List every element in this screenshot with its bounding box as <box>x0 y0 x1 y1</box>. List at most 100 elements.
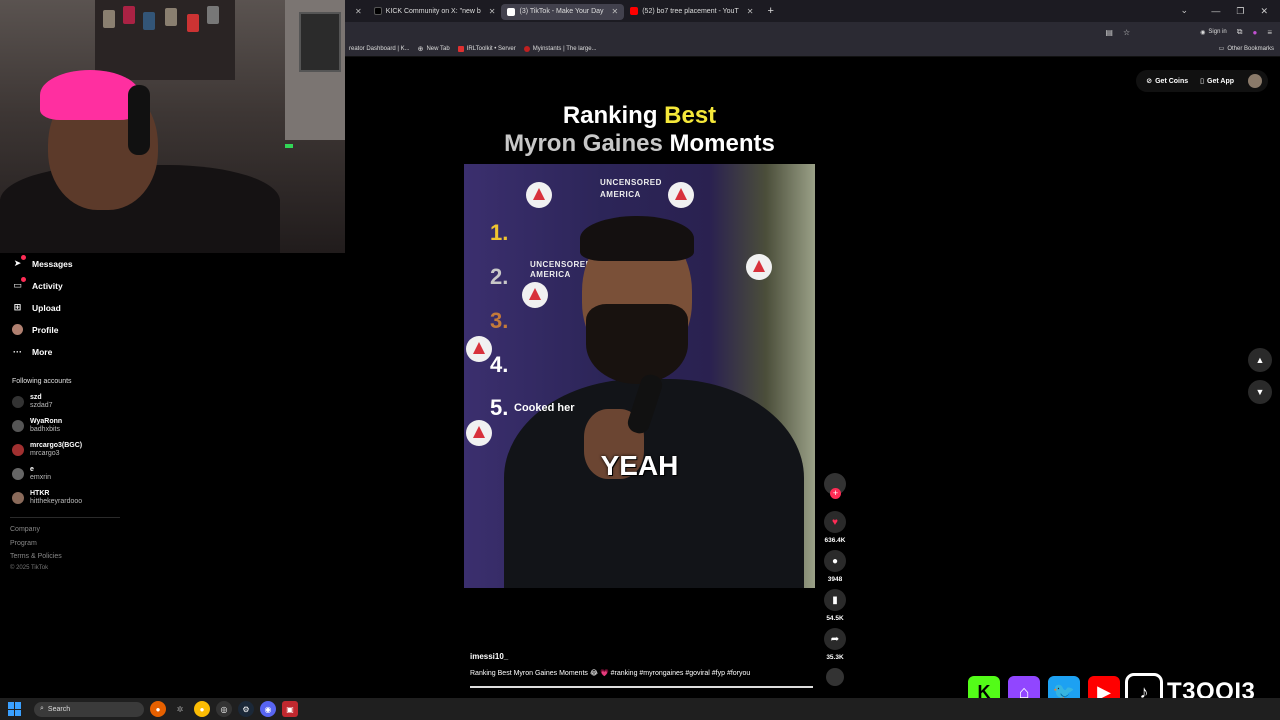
comment-icon: ● <box>824 550 846 572</box>
following-account[interactable]: HTKR hitthekeyrardooo <box>12 490 82 506</box>
speaker-beard <box>586 304 688 384</box>
taskbar-search[interactable]: ⌕ Search <box>34 701 144 717</box>
footer-link-terms[interactable]: Terms & Policies <box>10 553 62 560</box>
get-coins-button[interactable]: ⊘ Get Coins <box>1142 77 1192 86</box>
tiktok-header-actions: ⊘ Get Coins ▯ Get App <box>1136 70 1268 92</box>
phone-icon: ▯ <box>1200 78 1205 85</box>
sidebar-item-profile[interactable]: Profile <box>12 324 58 335</box>
window-close-icon[interactable]: ✕ <box>1260 6 1268 17</box>
windows-taskbar: ⌕ Search ● ✲ ● ◎ ⚙ ◉ ▣ <box>0 698 1280 720</box>
sidebar-item-upload[interactable]: ⊞ Upload <box>12 302 61 313</box>
backdrop-text: UNCENSORED <box>600 178 662 187</box>
windows-start-icon[interactable] <box>8 702 22 716</box>
active-app-icon[interactable]: ▣ <box>282 701 298 717</box>
tab-previous[interactable]: ✕ <box>345 0 368 22</box>
bookmark-label: reator Dashboard | K... <box>349 46 410 52</box>
get-app-button[interactable]: ▯ Get App <box>1196 77 1238 86</box>
minimize-icon[interactable]: — <box>1211 6 1220 16</box>
creator-avatar[interactable]: + <box>823 473 847 499</box>
other-bookmarks[interactable]: ▭ Other Bookmarks <box>1219 45 1274 53</box>
close-icon[interactable]: ✕ <box>747 7 754 16</box>
account-name: HTKR <box>30 490 50 497</box>
close-icon[interactable]: ✕ <box>355 7 362 16</box>
tab-youtube[interactable]: (52) bo7 tree placement - YouT ✕ <box>624 0 759 22</box>
inbox-icon: ▭ <box>12 277 26 291</box>
new-tab-button[interactable]: + <box>759 5 781 17</box>
like-count: 636.4K <box>824 537 846 544</box>
following-account[interactable]: e emxrin <box>12 466 51 482</box>
restore-icon[interactable]: ❐ <box>1236 6 1244 17</box>
bookmark-star-icon[interactable]: ☆ <box>1123 28 1130 37</box>
reader-view-icon[interactable]: ▤ <box>1105 28 1113 37</box>
sidebar-item-label: Messages <box>32 258 73 269</box>
close-icon[interactable]: ✕ <box>489 7 496 16</box>
avatar[interactable] <box>1248 74 1262 88</box>
close-icon[interactable]: ✕ <box>612 7 619 16</box>
bookmark-irltoolkit[interactable]: IRLToolkit • Server <box>454 46 520 52</box>
share-button[interactable]: ➦ 35.3K <box>823 628 847 661</box>
coin-icon: ⊘ <box>1146 78 1153 85</box>
tiktok-sidebar: ➤ Messages ▭ Activity ⊞ Upload Profile ·… <box>0 253 345 698</box>
bookmark-icon: ▮ <box>824 589 846 611</box>
backdrop-text: AMERICA <box>530 270 571 279</box>
like-button[interactable]: ♥ 636.4K <box>823 511 847 544</box>
tab-kick-x[interactable]: KICK Community on X: "new b ✕ <box>368 0 502 22</box>
video-progress-bar[interactable] <box>470 686 813 688</box>
chrome-icon[interactable]: ● <box>194 701 210 717</box>
footer-link-company[interactable]: Company <box>10 526 40 533</box>
menu-icon[interactable]: ≡ <box>1267 28 1272 37</box>
youtube-logo-icon <box>630 7 639 15</box>
sound-avatar[interactable] <box>823 668 847 686</box>
save-count: 54.5K <box>826 615 844 622</box>
list-tabs-chevron-icon[interactable]: ⌄ <box>1180 5 1188 16</box>
account-handle: hitthekeyrardooo <box>30 498 83 505</box>
video-username[interactable]: imessi10_ <box>470 652 815 661</box>
following-account[interactable]: szd szdad7 <box>12 394 53 410</box>
sidebar-item-activity[interactable]: ▭ Activity <box>12 277 63 291</box>
collectibles-shelf <box>95 0 235 80</box>
following-account[interactable]: WyaRonn badhxbits <box>12 418 62 434</box>
tab-label: (3) TikTok - Make Your Day <box>519 8 604 15</box>
screen: ✕ KICK Community on X: "new b ✕ (3) TikT… <box>0 0 1280 720</box>
steam-icon[interactable]: ⚙ <box>238 701 254 717</box>
send-icon: ➤ <box>12 255 26 269</box>
bookmark-myinstants[interactable]: Myinstants | The large... <box>520 46 601 52</box>
backdrop-logo <box>466 420 492 446</box>
tiktok-logo-icon <box>507 7 516 16</box>
sidebar-item-messages[interactable]: ➤ Messages <box>12 255 73 269</box>
bookmark-new-tab[interactable]: ⊕ New Tab <box>414 45 454 53</box>
account-name: szd <box>30 394 42 401</box>
widget-icon[interactable]: ✲ <box>172 701 188 717</box>
avatar <box>12 468 24 480</box>
save-button[interactable]: ▮ 54.5K <box>823 589 847 622</box>
rank-label: Cooked her <box>514 402 575 414</box>
next-video-button[interactable]: ▼ <box>1248 380 1272 404</box>
video-progress-fill <box>470 686 813 688</box>
speaker-hair <box>580 216 694 261</box>
profile-icon[interactable]: ● <box>1252 28 1257 37</box>
sidebar-item-label: Profile <box>32 324 59 335</box>
account-name: e <box>30 466 34 473</box>
sign-in-button[interactable]: ◉ Sign in <box>1200 29 1227 36</box>
comment-button[interactable]: ● 3948 <box>823 550 847 583</box>
video-player[interactable]: UNCENSORED AMERICA UNCENSORED AMERICA 1.… <box>464 164 815 588</box>
follow-plus-icon[interactable]: + <box>830 488 841 499</box>
account-icon: ◉ <box>1200 29 1206 36</box>
browser-toolbar: ▤ ☆ ◉ Sign in ⧉ ● ≡ <box>345 22 1280 42</box>
discord-icon[interactable]: ◉ <box>260 701 276 717</box>
previous-video-button[interactable]: ▲ <box>1248 348 1272 372</box>
firefox-icon[interactable]: ● <box>150 701 166 717</box>
search-icon: ⌕ <box>40 705 44 712</box>
extensions-icon[interactable]: ⧉ <box>1237 27 1243 37</box>
tab-tiktok[interactable]: (3) TikTok - Make Your Day ✕ <box>501 3 625 20</box>
video-meta: imessi10_ Ranking Best Myron Gaines Mome… <box>470 652 815 677</box>
footer-link-program[interactable]: Program <box>10 540 37 547</box>
bookmark-creator-dashboard[interactable]: reator Dashboard | K... <box>345 46 414 52</box>
sidebar-item-label: Activity <box>32 280 63 291</box>
sidebar-item-more[interactable]: ··· More <box>12 346 52 357</box>
backdrop-logo <box>668 182 694 208</box>
obs-icon[interactable]: ◎ <box>216 701 232 717</box>
comment-count: 3948 <box>827 576 843 583</box>
following-account[interactable]: mrcargo3(BGC) mrcargo3 <box>12 442 82 458</box>
headset <box>128 85 150 155</box>
